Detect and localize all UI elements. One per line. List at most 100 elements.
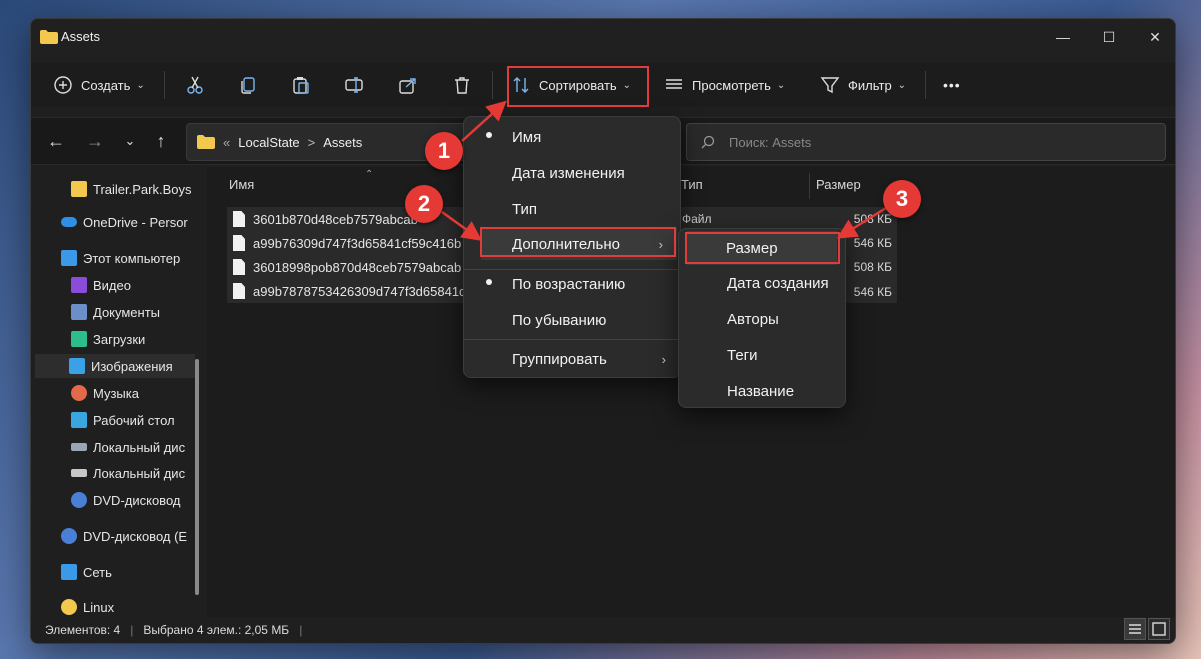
menu-item-label: Авторы (727, 310, 779, 328)
sidebar-item-downloads[interactable]: Загрузки (71, 327, 216, 351)
rename-button[interactable] (344, 63, 372, 107)
back-arrow-icon[interactable]: ← (45, 130, 67, 152)
image-icon (69, 358, 85, 374)
minimize-button[interactable]: — (1040, 19, 1086, 55)
sidebar-item-trailer[interactable]: Trailer.Park.Boys (71, 177, 216, 201)
breadcrumb-item[interactable]: LocalState (238, 135, 299, 150)
menu-item-label: Группировать (512, 350, 607, 368)
sidebar-item-label: Документы (93, 304, 161, 320)
drive-icon (71, 469, 87, 477)
rename-icon (345, 77, 363, 93)
sidebar-item-label: Trailer.Park.Boys (93, 181, 192, 197)
sidebar-item-network[interactable]: Сеть (61, 560, 206, 584)
share-button[interactable] (398, 63, 426, 107)
forward-arrow-icon[interactable]: → (84, 130, 106, 152)
item-count: Элементов: 4 (45, 623, 121, 637)
sort-menu-item-date-modified[interactable]: Дата изменения (464, 156, 680, 190)
sidebar-item-label: OneDrive - Persor (83, 214, 188, 230)
menu-item-label: Дата создания (727, 274, 829, 292)
linux-icon (61, 599, 77, 615)
sort-menu-item-group-by[interactable]: Группировать › (464, 342, 680, 376)
share-icon (399, 78, 416, 94)
sidebar-item-label: Загрузки (93, 331, 146, 347)
delete-button[interactable] (452, 63, 480, 107)
recent-chevron-icon[interactable]: ⌄ (119, 130, 141, 152)
file-name: a99b76309d747f3d65841cf59c416b (253, 235, 462, 251)
dvd-icon (71, 492, 87, 508)
file-icon (233, 283, 245, 299)
breadcrumb-item[interactable]: Assets (323, 135, 362, 150)
toolbar-divider (925, 71, 926, 99)
annotation-badge-2: 2 (405, 185, 443, 223)
column-header-size[interactable]: Размер (816, 177, 861, 192)
copy-button[interactable] (238, 63, 266, 107)
up-arrow-icon[interactable]: ↑ (150, 130, 172, 152)
list-view-icon (666, 79, 682, 89)
details-view-icon[interactable] (1124, 618, 1146, 640)
breadcrumb-separator: > (307, 134, 316, 150)
column-divider[interactable] (809, 173, 810, 199)
folder-icon (71, 181, 87, 197)
selected-bullet-icon (486, 279, 492, 285)
view-button[interactable]: Просмотреть ⌄ (664, 63, 785, 107)
filter-label: Фильтр (848, 77, 892, 93)
more-options-button[interactable]: ••• (943, 63, 961, 107)
sort-menu-item-type[interactable]: Тип (464, 192, 680, 226)
paste-icon (293, 77, 309, 94)
plus-circle-icon (54, 76, 72, 94)
highlight-size-item (685, 232, 840, 264)
search-input[interactable]: Поиск: Assets (686, 123, 1166, 161)
scissors-icon (187, 76, 203, 94)
sidebar-item-label: Изображения (91, 358, 173, 374)
sidebar-scrollbar[interactable] (195, 359, 199, 595)
breadcrumb-overflow[interactable]: « (223, 135, 230, 150)
filter-button[interactable]: Фильтр ⌄ (820, 63, 906, 107)
close-button[interactable]: ✕ (1132, 19, 1175, 55)
sort-menu-item-name[interactable]: Имя (464, 120, 680, 154)
filter-icon (820, 77, 840, 94)
menu-item-label: Имя (512, 128, 542, 146)
submenu-item-tags[interactable]: Теги (679, 338, 845, 372)
chevron-right-icon: › (661, 351, 666, 367)
tiles-view-icon[interactable] (1148, 618, 1170, 640)
create-button[interactable]: Создать ⌄ (53, 63, 145, 107)
menu-item-label: Теги (727, 346, 758, 364)
sidebar-item-label: Linux (83, 599, 115, 615)
search-placeholder: Поиск: Assets (729, 134, 812, 150)
document-icon (71, 304, 87, 320)
file-icon (233, 259, 245, 275)
status-bar: Элементов: 4 | Выбрано 4 элем.: 2,05 МБ … (31, 617, 1175, 643)
maximize-button[interactable]: ☐ (1086, 19, 1132, 55)
toolbar-divider (492, 71, 493, 99)
status-separator: | (299, 623, 303, 637)
submenu-item-title[interactable]: Название (679, 374, 845, 408)
sort-menu-item-ascending[interactable]: По возрастанию (464, 267, 680, 301)
submenu-item-date-created[interactable]: Дата создания (679, 266, 845, 300)
chevron-down-icon: ⌄ (897, 79, 907, 91)
window-title: Assets (61, 29, 101, 44)
sidebar-item-label: DVD-дисковод (E (83, 528, 188, 544)
menu-divider (464, 339, 680, 340)
menu-item-label: По возрастанию (512, 275, 626, 293)
submenu-item-authors[interactable]: Авторы (679, 302, 845, 336)
paste-button[interactable] (291, 63, 319, 107)
cut-button[interactable] (185, 63, 213, 107)
column-header-type[interactable]: Тип (681, 177, 703, 192)
selection-info: Выбрано 4 элем.: 2,05 МБ (143, 623, 290, 637)
sidebar-item-this-pc[interactable]: Этот компьютер (61, 246, 206, 270)
menu-item-label: По убыванию (512, 311, 607, 329)
sidebar-item-label: Рабочий стол (93, 412, 175, 428)
download-icon (71, 331, 87, 347)
sidebar-item-video[interactable]: Видео (71, 273, 216, 297)
view-label: Просмотреть (692, 77, 771, 93)
sidebar-item-dvd-e[interactable]: DVD-дисковод (E (61, 524, 206, 548)
sidebar-item-documents[interactable]: Документы (71, 300, 216, 324)
column-header-name[interactable]: Имя (229, 177, 254, 192)
sidebar-item-linux[interactable]: Linux (61, 595, 206, 619)
sidebar-item-pictures[interactable]: Изображения (35, 354, 195, 378)
menu-item-label: Дата изменения (512, 164, 625, 182)
sort-menu-item-descending[interactable]: По убыванию (464, 303, 680, 337)
sidebar-item-onedrive[interactable]: OneDrive - Persor (61, 210, 206, 234)
annotation-badge-3: 3 (883, 180, 921, 218)
dvd-icon (61, 528, 77, 544)
